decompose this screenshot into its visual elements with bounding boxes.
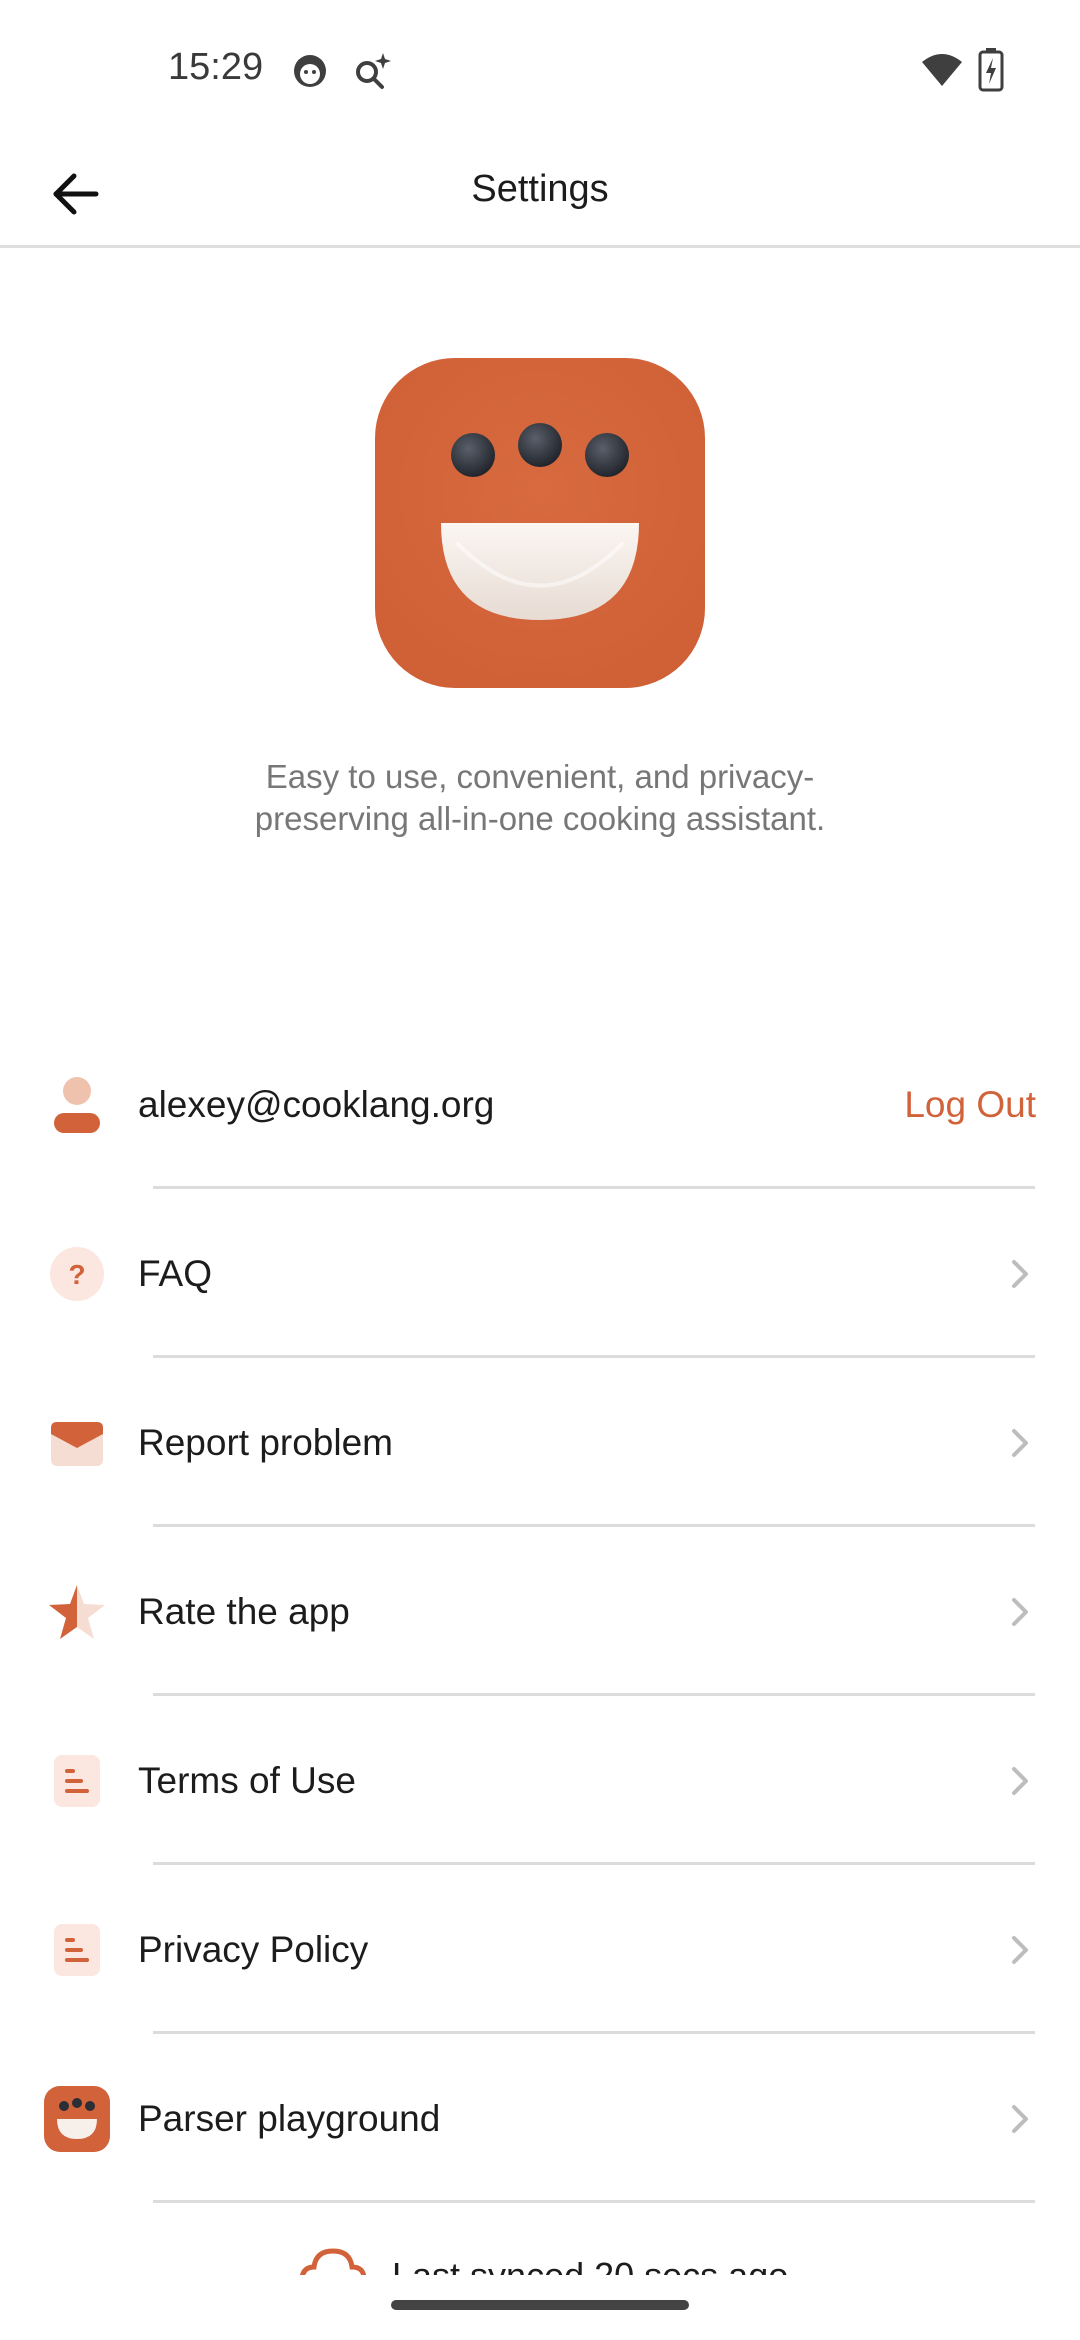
menu-item-label: FAQ — [138, 1252, 213, 1294]
chevron-right-icon — [1012, 1935, 1028, 1964]
account-row: alexey@cooklang.org Log Out — [0, 1020, 1080, 1189]
home-indicator[interactable] — [391, 2300, 689, 2310]
sync-status: Last synced 20 secs ago — [0, 2245, 1080, 2275]
sync-text: Last synced 20 secs ago — [392, 2255, 788, 2275]
search-sparkle-icon — [352, 50, 394, 97]
user-icon — [44, 1072, 110, 1138]
status-time: 15:29 — [168, 46, 264, 88]
app-bar: Settings — [0, 140, 1080, 248]
star-icon — [44, 1579, 110, 1645]
menu-item-label: Terms of Use — [138, 1759, 356, 1801]
menu-item-faq[interactable]: ? FAQ — [0, 1189, 1080, 1358]
wifi-icon — [920, 52, 964, 93]
envelope-icon — [44, 1410, 110, 1476]
divider — [153, 2200, 1035, 2203]
face-icon — [290, 50, 330, 95]
cooklang-logo-icon — [375, 358, 705, 688]
document-icon — [44, 1917, 110, 1983]
menu-item-report-problem[interactable]: Report problem — [0, 1358, 1080, 1527]
cloud-icon — [298, 2245, 368, 2275]
cooklang-logo-icon — [44, 2085, 110, 2152]
svg-text:?: ? — [68, 1259, 85, 1290]
page-title: Settings — [471, 168, 609, 210]
document-icon — [44, 1748, 110, 1814]
menu-item-label: Parser playground — [138, 2097, 441, 2139]
menu-item-label: Rate the app — [138, 1590, 350, 1632]
menu-item-parser-playground[interactable]: Parser playground — [0, 2034, 1080, 2203]
menu-item-privacy-policy[interactable]: Privacy Policy — [0, 1865, 1080, 2034]
settings-list: alexey@cooklang.org Log Out ? FAQ Report… — [0, 1020, 1080, 2203]
logout-button[interactable]: Log Out — [904, 1084, 1036, 1126]
status-bar: 15:29 — [0, 0, 1080, 140]
chevron-right-icon — [1012, 1259, 1028, 1288]
battery-charging-icon — [978, 48, 1004, 97]
question-icon: ? — [44, 1241, 110, 1307]
menu-item-rate-app[interactable]: Rate the app — [0, 1527, 1080, 1696]
menu-item-label: Privacy Policy — [138, 1928, 369, 1970]
menu-item-terms-of-use[interactable]: Terms of Use — [0, 1696, 1080, 1865]
app-tagline: Easy to use, convenient, and privacy-pre… — [254, 758, 826, 837]
chevron-right-icon — [1012, 2104, 1028, 2133]
chevron-right-icon — [1012, 1766, 1028, 1795]
menu-item-label: Report problem — [138, 1421, 394, 1463]
chevron-right-icon — [1012, 1428, 1028, 1457]
account-email: alexey@cooklang.org — [138, 1083, 495, 1125]
chevron-right-icon — [1012, 1597, 1028, 1626]
